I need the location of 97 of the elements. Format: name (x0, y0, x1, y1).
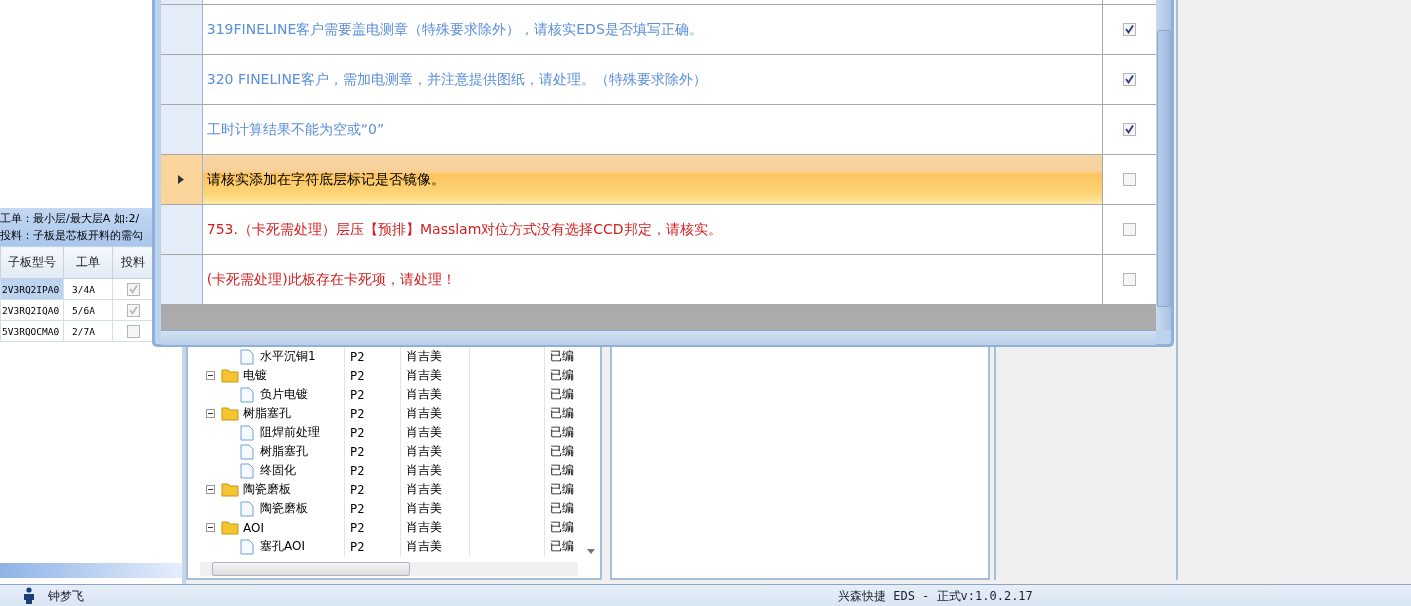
checkbox[interactable] (126, 303, 140, 317)
folder-icon (221, 482, 239, 497)
table-cell: 肖吉美 (406, 424, 442, 441)
table-cell: 肖吉美 (406, 500, 442, 517)
checkbox[interactable] (1123, 173, 1137, 186)
table-cell: 肖吉美 (406, 519, 442, 536)
collapse-icon[interactable] (206, 523, 215, 532)
app-version: 兴森快捷 EDS - 正式v:1.0.2.17 (838, 587, 1033, 605)
table-cell: 2V3RQ2IPA0 (0, 278, 64, 300)
horizontal-scrollbar[interactable] (161, 330, 1156, 345)
table-cell: 已编 (550, 538, 574, 555)
tree-item[interactable]: 塞孔AOI (260, 538, 305, 555)
tree-item[interactable]: 阻焊前处理 (260, 424, 320, 441)
table-cell: 3/4A (63, 278, 113, 300)
tree-item[interactable]: 负片电镀 (260, 386, 308, 403)
tree-item[interactable]: 陶瓷磨板 (243, 481, 291, 498)
tree-item[interactable]: 终固化 (260, 462, 296, 479)
table-cell: 已编 (550, 519, 574, 536)
folder-icon (221, 406, 239, 421)
checkbox[interactable] (1123, 223, 1137, 236)
table-cell: 肖吉美 (406, 538, 442, 555)
hint-text: 工单：最小层/最大层A 如:2/ (0, 211, 141, 227)
collapse-icon[interactable] (206, 371, 215, 380)
table-cell: P2 (350, 482, 365, 497)
column-header[interactable]: 子板型号 (0, 246, 64, 279)
folder-icon (221, 520, 239, 535)
table-cell: 肖吉美 (406, 405, 442, 422)
document-icon (240, 462, 254, 479)
row-header[interactable] (161, 205, 203, 254)
table-cell: P2 (350, 425, 365, 440)
collapse-icon[interactable] (206, 409, 215, 418)
table-cell: P2 (350, 406, 365, 421)
table-cell: 已编 (550, 462, 574, 479)
collapse-icon[interactable] (206, 485, 215, 494)
row-header[interactable] (161, 5, 203, 54)
document-icon (240, 538, 254, 555)
checkbox[interactable] (1123, 23, 1137, 36)
table-cell: 肖吉美 (406, 462, 442, 479)
table-cell: 已编 (550, 348, 574, 365)
message-text: 工时计算结果不能为空或“0” (206, 120, 385, 139)
message-text: 319FINELINE客户需要盖电测章（特殊要求除外），请核实EDS是否填写正确。 (206, 20, 703, 39)
table-cell: P2 (350, 539, 365, 554)
table-cell: 已编 (550, 424, 574, 441)
tree-item[interactable]: 树脂塞孔 (260, 443, 308, 460)
document-icon (240, 443, 254, 460)
document-icon (240, 424, 254, 441)
table-cell: 2/7A (63, 320, 113, 342)
row-header[interactable] (161, 105, 203, 154)
table-cell: 5V3RQOCMA0 (0, 320, 64, 342)
table-cell: 2V3RQ2IQA0 (0, 299, 64, 321)
table-cell: 已编 (550, 386, 574, 403)
row-header[interactable] (161, 255, 203, 304)
tree-item[interactable]: 陶瓷磨板 (260, 500, 308, 517)
table-cell: 肖吉美 (406, 481, 442, 498)
table-cell: 已编 (550, 367, 574, 384)
table-cell: P2 (350, 501, 365, 516)
user-icon (22, 587, 36, 604)
table-cell: 肖吉美 (406, 367, 442, 384)
table-cell: 肖吉美 (406, 443, 442, 460)
table-cell: P2 (350, 520, 365, 535)
vertical-scrollbar[interactable] (1156, 0, 1171, 330)
tree-item[interactable]: 水平沉铜1 (260, 348, 316, 365)
table-cell: 5/6A (63, 299, 113, 321)
column-header[interactable]: 投料 (112, 246, 154, 279)
column-header[interactable]: 工单 (63, 246, 113, 279)
table-cell: 已编 (550, 443, 574, 460)
checkbox[interactable] (1123, 73, 1137, 86)
table-cell: P2 (350, 368, 365, 383)
checkbox[interactable] (1123, 273, 1137, 286)
message-text: (卡死需处理)此板存在卡死项，请处理！ (206, 270, 456, 289)
table-cell: 肖吉美 (406, 386, 442, 403)
hint-text: 投料：子板是芯板开料的需勾 (0, 228, 144, 244)
table-cell: P2 (350, 463, 365, 478)
horizontal-scrollbar[interactable] (200, 562, 578, 576)
table-cell: 已编 (550, 405, 574, 422)
checkbox[interactable] (126, 324, 140, 338)
checkbox[interactable] (1123, 123, 1137, 136)
row-header[interactable] (161, 55, 203, 104)
table-cell: P2 (350, 349, 365, 364)
document-icon (240, 500, 254, 517)
table-cell: 肖吉美 (406, 348, 442, 365)
message-text: 320 FINELINE客户，需加电测章，并注意提供图纸，请处理。（特殊要求除外） (206, 70, 707, 89)
table-cell: 已编 (550, 500, 574, 517)
row-header[interactable] (161, 155, 203, 204)
table-cell: P2 (350, 387, 365, 402)
tree-item[interactable]: AOI (243, 520, 264, 535)
tree-item[interactable]: 电镀 (243, 367, 267, 384)
document-icon (240, 386, 254, 403)
message-text: 请核实添加在字符底层标记是否镜像。 (206, 170, 445, 189)
tree-item[interactable]: 树脂塞孔 (243, 405, 291, 422)
table-cell: 已编 (550, 481, 574, 498)
folder-icon (221, 368, 239, 383)
user-name: 钟梦飞 (48, 587, 85, 605)
document-icon (240, 348, 254, 365)
checkbox[interactable] (126, 282, 140, 296)
table-cell: P2 (350, 444, 365, 459)
message-text: 753.（卡死需处理）层压【预排】Masslam对位方式没有选择CCD邦定，请核实。 (206, 220, 722, 239)
